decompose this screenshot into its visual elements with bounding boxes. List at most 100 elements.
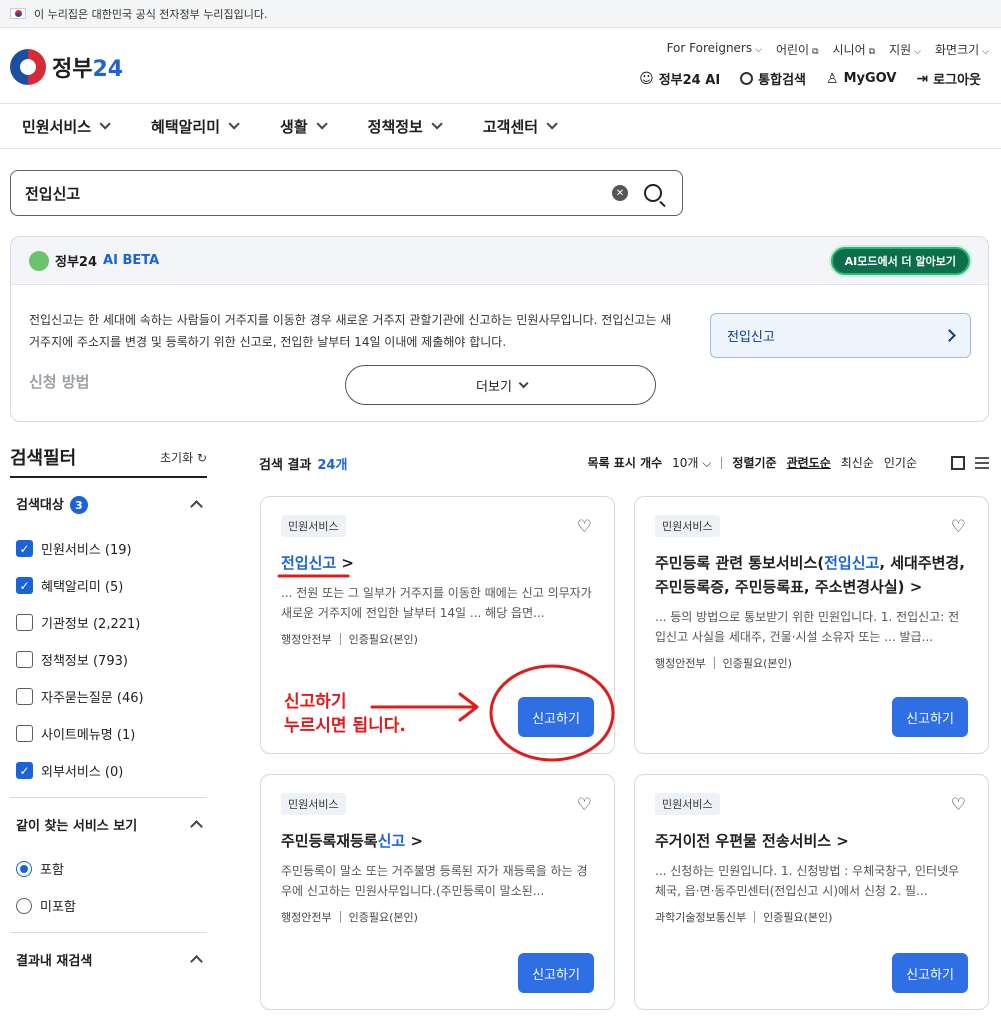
card-meta: 행정안전부 인증필요(본인) bbox=[655, 657, 792, 670]
chevron-down-icon: ⌵ bbox=[982, 47, 989, 57]
ai-robot-icon: ☺ bbox=[639, 70, 654, 87]
category-tag: 민원서비스 bbox=[281, 793, 346, 815]
chevron-up-icon bbox=[190, 955, 203, 968]
util-foreigners[interactable]: For Foreigners ⌵ bbox=[667, 41, 762, 58]
checkbox[interactable]: ✓ bbox=[16, 577, 33, 594]
filter-section-research: 결과내 재검색 bbox=[10, 933, 207, 985]
nav-benefits[interactable]: 혜택알리미 bbox=[151, 116, 240, 137]
result-card: 민원서비스 ♡ 주거이전 우편물 전송서비스 > ... 신청하는 민원입니다.… bbox=[634, 774, 989, 1010]
card-meta: 행정안전부 인증필요(본인) bbox=[281, 911, 418, 924]
checkbox[interactable] bbox=[16, 651, 33, 668]
sort-latest[interactable]: 최신순 bbox=[841, 454, 874, 471]
checkbox[interactable]: ✓ bbox=[16, 762, 33, 779]
filter-option[interactable]: ✓ 혜택알리미 (5) bbox=[10, 567, 207, 604]
chevron-up-icon bbox=[190, 820, 203, 833]
nav-customer-center[interactable]: 고객센터 bbox=[483, 116, 558, 137]
filter-section-target: 검색대상 3 ✓ 민원서비스 (19) ✓ 혜택알리미 (5) 기관정보 (2,221) 정… bbox=[10, 478, 207, 798]
card-meta: 과학기술정보통신부 인증필요(본인) bbox=[655, 911, 833, 924]
integrated-search-link[interactable]: 통합검색 bbox=[740, 69, 806, 88]
user-icon: ♙ bbox=[826, 70, 839, 87]
filter-title: 검색필터 bbox=[10, 448, 77, 469]
sort-label: 정렬기준 bbox=[732, 456, 777, 470]
report-button[interactable]: 신고하기 bbox=[892, 953, 968, 993]
heart-icon[interactable]: ♡ bbox=[951, 795, 966, 815]
util-screen-size[interactable]: 화면크기 ⌵ bbox=[935, 41, 989, 58]
list-view-icon[interactable] bbox=[975, 456, 989, 469]
search-input[interactable] bbox=[25, 184, 612, 202]
filter-option[interactable]: 기관정보 (2,221) bbox=[10, 604, 207, 641]
annotation-text: 신고하기 누르시면 됩니다. bbox=[284, 692, 406, 736]
chevron-down-icon: ⌵ bbox=[755, 45, 762, 55]
result-card: 민원서비스 ♡ 주민등록 관련 통보서비스(전입신고, 세대주변경, 주민등록증… bbox=[634, 496, 989, 754]
radio-button[interactable] bbox=[16, 897, 32, 914]
utility-links: For Foreigners ⌵ 어린이 ⧉ 시니어 ⧉ 지원 ⌵ 화면크기 ⌵ bbox=[667, 41, 989, 58]
category-tag: 민원서비스 bbox=[655, 793, 720, 815]
nav-policy[interactable]: 정책정보 bbox=[368, 116, 443, 137]
heart-icon[interactable]: ♡ bbox=[577, 795, 592, 815]
logout-link[interactable]: ⇥ 로그아웃 bbox=[916, 69, 981, 89]
card-description: ... 신청하는 민원입니다. 1. 신청방법 : 우체국창구, 인터넷우체국,… bbox=[655, 864, 960, 898]
mygov-link[interactable]: ♙ MyGOV bbox=[826, 69, 896, 88]
filter-option[interactable]: ✓ 민원서비스 (19) bbox=[10, 530, 207, 567]
search-icon[interactable] bbox=[644, 184, 662, 202]
card-title[interactable]: 주민등록 관련 통보서비스(전입신고, 세대주변경, 주민등록증, 주민등록표,… bbox=[655, 551, 968, 599]
count-badge: 3 bbox=[69, 496, 88, 515]
util-children[interactable]: 어린이 ⧉ bbox=[776, 41, 819, 58]
checkbox[interactable]: ✓ bbox=[16, 540, 33, 557]
more-button[interactable]: 더보기 bbox=[345, 365, 656, 405]
filter-option[interactable]: 정책정보 (793) bbox=[10, 641, 207, 678]
ai-related-link[interactable]: 전입신고 bbox=[710, 313, 971, 358]
ai-panel-header: 정부24 AI BETA AI모드에서 더 알아보기 bbox=[11, 237, 988, 285]
nav-civil-service[interactable]: 민원서비스 bbox=[22, 116, 111, 137]
card-description: ... 전원 또는 그 일부가 거주지를 이동한 때에는 신고 의무자가 새로운… bbox=[281, 586, 592, 620]
category-tag: 민원서비스 bbox=[655, 515, 720, 537]
util-senior[interactable]: 시니어 ⧉ bbox=[833, 41, 876, 58]
chevron-up-icon bbox=[190, 500, 203, 513]
chevron-down-icon bbox=[228, 118, 240, 130]
clear-icon[interactable]: ✕ bbox=[612, 185, 628, 201]
filter-option[interactable]: ✓ 외부서비스 (0) bbox=[10, 752, 207, 789]
filter-radio-option[interactable]: 미포함 bbox=[10, 887, 207, 924]
chevron-down-icon bbox=[431, 118, 443, 130]
card-title[interactable]: 주거이전 우편물 전송서비스 > bbox=[655, 829, 968, 853]
sort-relevance[interactable]: 관련도순 bbox=[787, 454, 831, 471]
filter-option[interactable]: 자주묻는질문 (46) bbox=[10, 678, 207, 715]
radio-button[interactable] bbox=[16, 860, 32, 877]
nav-life[interactable]: 생활 bbox=[280, 116, 328, 137]
heart-icon[interactable]: ♡ bbox=[951, 517, 966, 537]
results-label: 검색 결과 bbox=[259, 458, 312, 473]
report-button[interactable]: 신고하기 bbox=[518, 697, 594, 737]
card-title[interactable]: 주민등록재등록신고 > bbox=[281, 829, 594, 853]
filter-radio-option[interactable]: 포함 bbox=[10, 850, 207, 887]
card-description: ... 등의 방법으로 통보받기 위한 민원입니다. 1. 전입신고: 전입신고… bbox=[655, 610, 960, 644]
reset-button[interactable]: 초기화 ↻ bbox=[160, 449, 207, 466]
checkbox[interactable] bbox=[16, 725, 33, 742]
filter-option[interactable]: 사이트메뉴명 (1) bbox=[10, 715, 207, 752]
ai-mode-button[interactable]: AI모드에서 더 알아보기 bbox=[830, 247, 970, 275]
logout-icon: ⇥ bbox=[916, 70, 929, 87]
result-card: 민원서비스 ♡ 주민등록재등록신고 > 주민등록이 말소 또는 거주불명 등록된… bbox=[260, 774, 615, 1010]
card-title[interactable]: 전입신고 > bbox=[281, 551, 594, 575]
chevron-down-icon: ⌵ bbox=[702, 456, 712, 470]
ai-brand: 정부24 AI BETA bbox=[29, 250, 159, 271]
report-button[interactable]: 신고하기 bbox=[518, 953, 594, 993]
grid-view-icon[interactable] bbox=[951, 455, 965, 470]
chevron-down-icon bbox=[518, 377, 529, 388]
logo-text: 정부 bbox=[52, 57, 93, 82]
heart-icon[interactable]: ♡ bbox=[577, 517, 592, 537]
ai-panel: 정부24 AI BETA AI모드에서 더 알아보기 전입신고는 한 세대에 속… bbox=[10, 236, 989, 422]
checkbox[interactable] bbox=[16, 688, 33, 705]
results-count: 24개 bbox=[317, 458, 348, 473]
report-button[interactable]: 신고하기 bbox=[892, 697, 968, 737]
chevron-right-icon bbox=[943, 329, 956, 342]
chevron-down-icon bbox=[316, 118, 328, 130]
per-page-select[interactable]: 10개 ⌵ bbox=[672, 454, 711, 471]
site-logo[interactable]: 정부24 bbox=[10, 49, 123, 85]
refresh-icon: ↻ bbox=[196, 450, 207, 465]
search-filter: 검색필터 초기화 ↻ 검색대상 3 ✓ 민원서비스 (19) ✓ 혜택알리미 (5) 기관… bbox=[10, 446, 207, 985]
ai-link[interactable]: ☺ 정부24 AI bbox=[639, 69, 720, 89]
main-links: ☺ 정부24 AI 통합검색 ♙ MyGOV ⇥ 로그아웃 bbox=[639, 69, 981, 89]
sort-popular[interactable]: 인기순 bbox=[884, 454, 917, 471]
checkbox[interactable] bbox=[16, 614, 33, 631]
util-support[interactable]: 지원 ⌵ bbox=[889, 41, 921, 58]
